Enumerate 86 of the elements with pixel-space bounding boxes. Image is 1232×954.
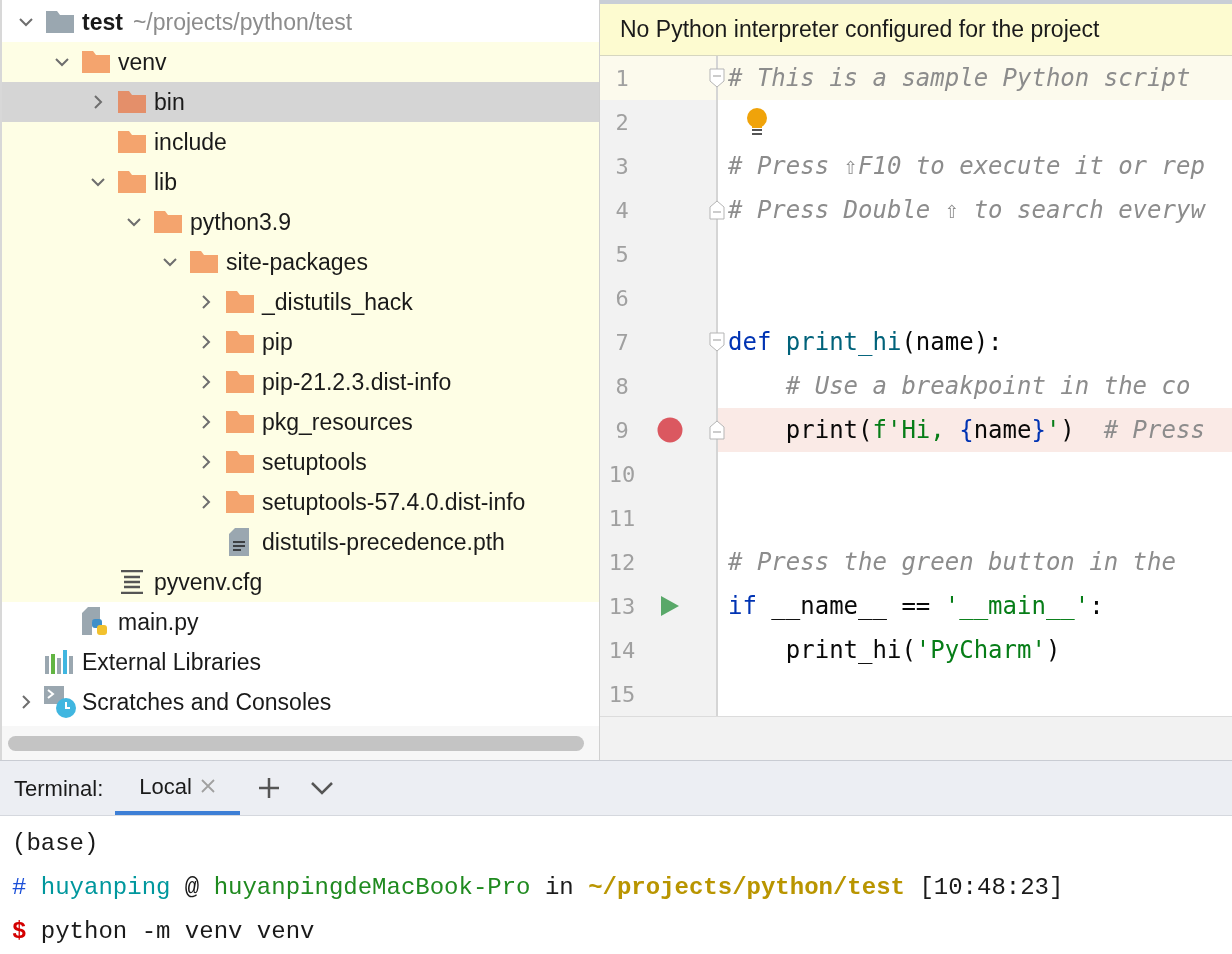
code-line: if __name__ == '__main__': xyxy=(727,591,1104,622)
scratches-clock-icon xyxy=(44,686,76,718)
terminal-line: $ python -m venv venv xyxy=(12,917,316,947)
interpreter-warning-banner: No Python interpreter configured for the project xyxy=(600,0,1232,56)
tree-item-label: include xyxy=(154,127,227,157)
folder-icon xyxy=(226,451,254,473)
code-line: print(f'Hi, {name}') # Press xyxy=(784,415,1205,446)
tree-item-label: distutils-precedence.pth xyxy=(262,527,505,557)
line-number: 13 xyxy=(607,592,637,621)
tree-item-label: _distutils_hack xyxy=(262,287,413,317)
code-line: # Press Double ⇧ to search everyw xyxy=(727,195,1205,226)
tree-item-label: venv xyxy=(118,47,167,77)
tree-row[interactable]: venv xyxy=(2,42,599,82)
lightbulb-icon[interactable] xyxy=(746,108,768,136)
tree-row[interactable]: site-packages xyxy=(2,242,599,282)
line-number: 9 xyxy=(614,416,630,445)
tree-item-label: External Libraries xyxy=(82,647,261,677)
horizontal-scrollbar[interactable] xyxy=(8,735,584,751)
folder-icon xyxy=(118,171,146,193)
tree-row[interactable]: distutils-precedence.pth xyxy=(2,522,599,562)
line-number: 4 xyxy=(614,196,630,225)
tree-row[interactable]: _distutils_hack xyxy=(2,282,599,322)
line-number: 11 xyxy=(607,504,637,533)
tree-row[interactable]: pip xyxy=(2,322,599,362)
folder-icon xyxy=(226,411,254,433)
folder-icon xyxy=(118,91,146,113)
tree-item-label: setuptools-57.4.0.dist-info xyxy=(262,487,526,517)
tree-item-label: setuptools xyxy=(262,447,367,477)
line-number: 7 xyxy=(614,328,630,357)
line-number: 10 xyxy=(607,460,637,489)
tree-row[interactable]: lib xyxy=(2,162,599,202)
line-number: 2 xyxy=(614,108,630,137)
code-line: # Press the green button in the xyxy=(727,547,1176,578)
breakpoint-icon[interactable] xyxy=(657,417,683,443)
line-number: 12 xyxy=(607,548,637,577)
folder-icon xyxy=(190,251,218,273)
code-line: def print_hi(name): xyxy=(727,327,1003,358)
tree-row[interactable]: pip-21.2.3.dist-info xyxy=(2,362,599,402)
folder-icon xyxy=(82,51,110,73)
python-file-icon xyxy=(82,607,110,637)
folder-icon xyxy=(154,211,182,233)
folder-icon xyxy=(226,331,254,353)
tree-item-label: test xyxy=(82,7,123,37)
plus-icon[interactable] xyxy=(257,777,280,799)
line-number: 15 xyxy=(607,680,637,709)
config-file-icon xyxy=(119,570,145,594)
tree-item-label: site-packages xyxy=(226,247,368,277)
tree-row[interactable]: pyvenv.cfg xyxy=(2,562,599,602)
folder-icon xyxy=(226,291,254,313)
tree-row[interactable]: setuptools-57.4.0.dist-info xyxy=(2,482,599,522)
tree-item-label: pip-21.2.3.dist-info xyxy=(262,367,452,397)
code-line: print_hi('PyCharm') xyxy=(784,635,1061,666)
folder-icon xyxy=(118,131,146,153)
code-line: # This is a sample Python script xyxy=(727,63,1191,94)
line-number: 5 xyxy=(614,240,630,269)
tree-item-label: pkg_resources xyxy=(262,407,413,437)
tree-row[interactable]: setuptools xyxy=(2,442,599,482)
libraries-icon xyxy=(45,650,75,674)
tree-item-label: Scratches and Consoles xyxy=(82,687,332,717)
tree-item-label: bin xyxy=(154,87,185,117)
text-file-icon xyxy=(229,528,251,556)
line-number: 14 xyxy=(607,636,637,665)
line-number: 6 xyxy=(614,284,630,313)
terminal-line: (base) xyxy=(12,829,100,859)
run-icon[interactable] xyxy=(661,596,679,616)
line-number: 3 xyxy=(614,152,630,181)
tree-item-label: lib xyxy=(154,167,177,197)
tree-row[interactable]: pkg_resources xyxy=(2,402,599,442)
chevron-down-icon[interactable] xyxy=(309,781,334,795)
folder-icon xyxy=(226,491,254,513)
line-number: 1 xyxy=(614,64,630,93)
tree-item-label: pip xyxy=(262,327,293,357)
tree-row[interactable]: include xyxy=(2,122,599,162)
tree-row[interactable]: python3.9 xyxy=(2,202,599,242)
tree-item-label: pyvenv.cfg xyxy=(154,567,263,597)
line-number: 8 xyxy=(614,372,630,401)
tree-item-label: main.py xyxy=(118,607,199,637)
tree-item-label: python3.9 xyxy=(190,207,292,237)
terminal-label: Terminal: xyxy=(14,774,104,803)
folder-icon xyxy=(46,11,74,33)
code-line: # Press ⇧F10 to execute it or rep xyxy=(727,151,1205,182)
tree-row[interactable]: bin xyxy=(2,82,599,122)
folder-icon xyxy=(226,371,254,393)
project-path: ~/projects/python/test xyxy=(132,7,353,37)
terminal-line: # huyanping @ huyanpingdeMacBook-Pro in ~/projects/python/test [10:48:23] xyxy=(12,873,1065,903)
code-line: # Use a breakpoint in the co xyxy=(784,371,1191,402)
